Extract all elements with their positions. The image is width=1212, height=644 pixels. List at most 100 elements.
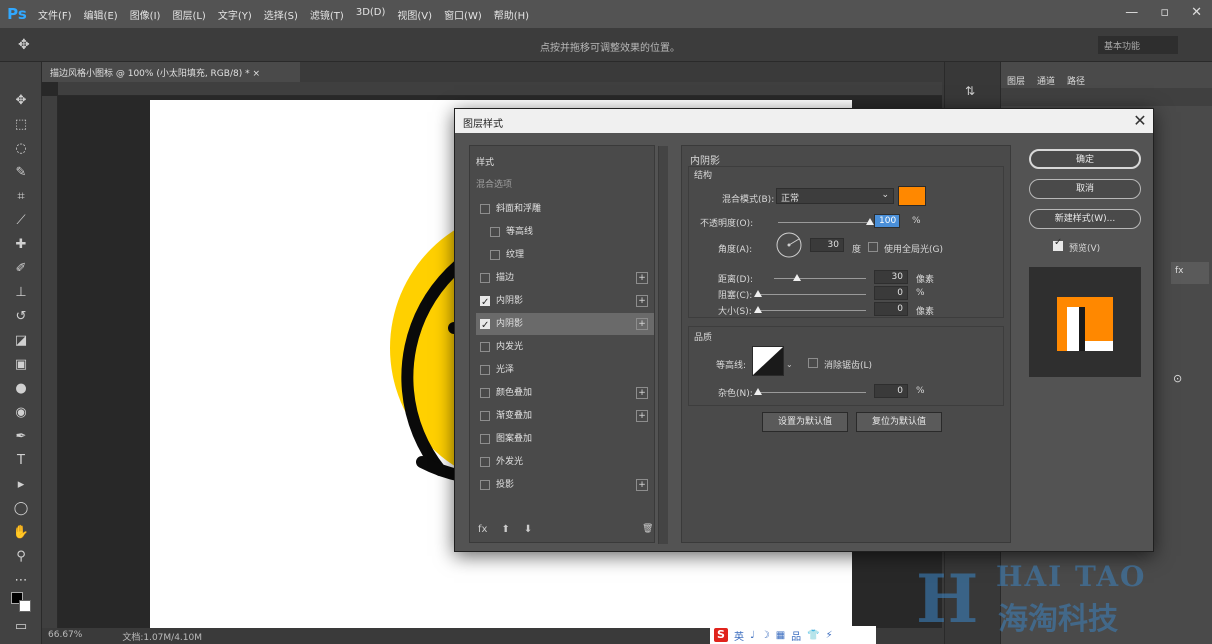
menu-item[interactable]: 窗口(W) (444, 7, 482, 22)
style-checkbox[interactable] (480, 315, 490, 337)
close-window-button[interactable]: ✕ (1191, 5, 1202, 20)
style-row[interactable]: 内阴影 + (476, 290, 654, 314)
close-icon[interactable]: ✕ (1130, 111, 1150, 130)
blend-mode-select[interactable]: 正常 ⌄ (776, 188, 894, 204)
style-checkbox[interactable] (480, 388, 490, 398)
gradient-icon[interactable]: ▣ (12, 356, 30, 374)
make-default-button[interactable]: 设置为默认值 (762, 412, 848, 432)
eyedropper-icon[interactable]: ⟋ (12, 212, 30, 230)
opacity-input[interactable]: 100 (874, 214, 900, 228)
styles-scrollbar[interactable] (658, 146, 668, 544)
dodge-icon[interactable]: ◉ (12, 404, 30, 422)
history-brush-icon[interactable]: ↺ (12, 308, 30, 326)
layer-item-icon[interactable]: ⊙ (1173, 372, 1182, 385)
opacity-slider-handle[interactable] (866, 218, 874, 225)
hand-icon[interactable]: ✋ (12, 524, 30, 542)
zoom-icon[interactable]: ⚲ (12, 548, 30, 566)
menu-item[interactable]: 视图(V) (397, 7, 432, 22)
noise-slider[interactable] (758, 392, 866, 393)
opacity-slider[interactable] (778, 222, 870, 223)
style-checkbox[interactable] (480, 411, 490, 421)
blending-options[interactable]: 混合选项 (476, 174, 654, 196)
layer-fx-badge[interactable]: fx (1171, 262, 1209, 284)
style-row[interactable]: 描边 + (476, 267, 654, 289)
brush-icon[interactable]: ✐ (12, 260, 30, 278)
menu-item[interactable]: 文字(Y) (218, 7, 252, 22)
distance-input[interactable]: 30 (874, 270, 908, 284)
new-style-button[interactable]: 新建样式(W)... (1029, 209, 1141, 229)
shadow-color-swatch[interactable] (898, 186, 926, 206)
ime-tool-icon[interactable]: ⚡ (826, 630, 833, 641)
style-row[interactable]: 投影 + (476, 474, 654, 496)
ime-punct-icon[interactable]: ♩ (750, 630, 755, 641)
style-row[interactable]: 图案叠加 (476, 428, 654, 450)
background-color-swatch[interactable] (19, 600, 31, 612)
cancel-button[interactable]: 取消 (1029, 179, 1141, 199)
style-checkbox[interactable] (480, 457, 490, 467)
style-checkbox[interactable] (490, 250, 500, 260)
choke-slider[interactable] (758, 294, 866, 295)
path-select-icon[interactable]: ▸ (12, 476, 30, 494)
maximize-button[interactable]: ▫ (1160, 5, 1169, 20)
style-checkbox[interactable] (480, 204, 490, 214)
crop-icon[interactable]: ⌗ (12, 188, 30, 206)
fx-icon[interactable]: fx (478, 524, 487, 535)
add-style-icon[interactable]: + (636, 295, 648, 307)
ime-shirt-icon[interactable]: 👕 (807, 630, 819, 641)
lasso-icon[interactable]: ◌ (12, 140, 30, 158)
add-style-icon[interactable]: + (636, 318, 648, 330)
style-checkbox[interactable] (480, 342, 490, 352)
styles-header[interactable]: 样式 (476, 152, 654, 174)
menu-item[interactable]: 文件(F) (38, 7, 72, 22)
style-row[interactable]: 纹理 (476, 244, 654, 266)
distance-slider[interactable] (774, 278, 866, 279)
style-row[interactable]: 等高线 (476, 221, 654, 243)
contour-chevron-icon[interactable]: ⌄ (786, 360, 793, 369)
quick-mask-icon[interactable]: ▭ (12, 618, 30, 636)
tab-paths[interactable]: 路径 (1067, 74, 1085, 87)
menu-item[interactable]: 图像(I) (130, 7, 161, 22)
move-tool-icon[interactable]: ✥ (18, 37, 30, 53)
add-style-icon[interactable]: + (636, 387, 648, 399)
magic-wand-icon[interactable]: ✎ (12, 164, 30, 182)
move-icon[interactable]: ✥ (12, 92, 30, 110)
menu-item[interactable]: 滤镜(T) (310, 7, 344, 22)
reset-default-button[interactable]: 复位为默认值 (856, 412, 942, 432)
style-row[interactable]: 斜面和浮雕 (476, 198, 654, 220)
contour-picker[interactable] (752, 346, 784, 376)
more-tools-icon[interactable]: ⋯ (12, 572, 30, 590)
ime-keyboard-icon[interactable]: ▦ (776, 630, 785, 641)
size-slider[interactable] (758, 310, 866, 311)
move-down-icon[interactable]: ⬇ (524, 524, 532, 535)
tab-channels[interactable]: 通道 (1037, 74, 1055, 87)
history-icon[interactable]: ⇅ (965, 84, 975, 98)
type-icon[interactable]: T (12, 452, 30, 470)
stamp-icon[interactable]: ⊥ (12, 284, 30, 302)
antialias-checkbox[interactable] (808, 358, 818, 368)
tab-layers[interactable]: 图层 (1007, 74, 1025, 87)
style-row[interactable]: 渐变叠加 + (476, 405, 654, 427)
blur-icon[interactable]: ● (12, 380, 30, 398)
ime-skin-icon[interactable]: 品 (791, 628, 801, 643)
healing-brush-icon[interactable]: ✚ (12, 236, 30, 254)
distance-slider-handle[interactable] (793, 274, 801, 281)
ok-button[interactable]: 确定 (1029, 149, 1141, 169)
angle-input[interactable]: 30 (810, 238, 844, 252)
delete-icon[interactable]: 🗑 (642, 524, 653, 534)
menu-item[interactable]: 图层(L) (172, 7, 205, 22)
ime-moon-icon[interactable]: ☽ (761, 630, 770, 641)
style-checkbox[interactable] (480, 480, 490, 490)
pen-icon[interactable]: ✒ (12, 428, 30, 446)
style-row[interactable]: 内阴影 + (476, 313, 654, 337)
style-checkbox[interactable] (480, 292, 490, 314)
choke-slider-handle[interactable] (754, 290, 762, 297)
document-tab[interactable]: 描边风格小图标 @ 100% (小太阳填充, RGB/8) * × (42, 62, 300, 82)
style-checkbox[interactable] (480, 365, 490, 375)
style-checkbox[interactable] (480, 273, 490, 283)
global-light-checkbox[interactable] (868, 242, 878, 252)
add-style-icon[interactable]: + (636, 272, 648, 284)
add-style-icon[interactable]: + (636, 479, 648, 491)
style-checkbox[interactable] (490, 227, 500, 237)
ime-lang-icon[interactable]: 英 (734, 628, 744, 643)
layer-filter-bar[interactable] (1001, 88, 1212, 106)
